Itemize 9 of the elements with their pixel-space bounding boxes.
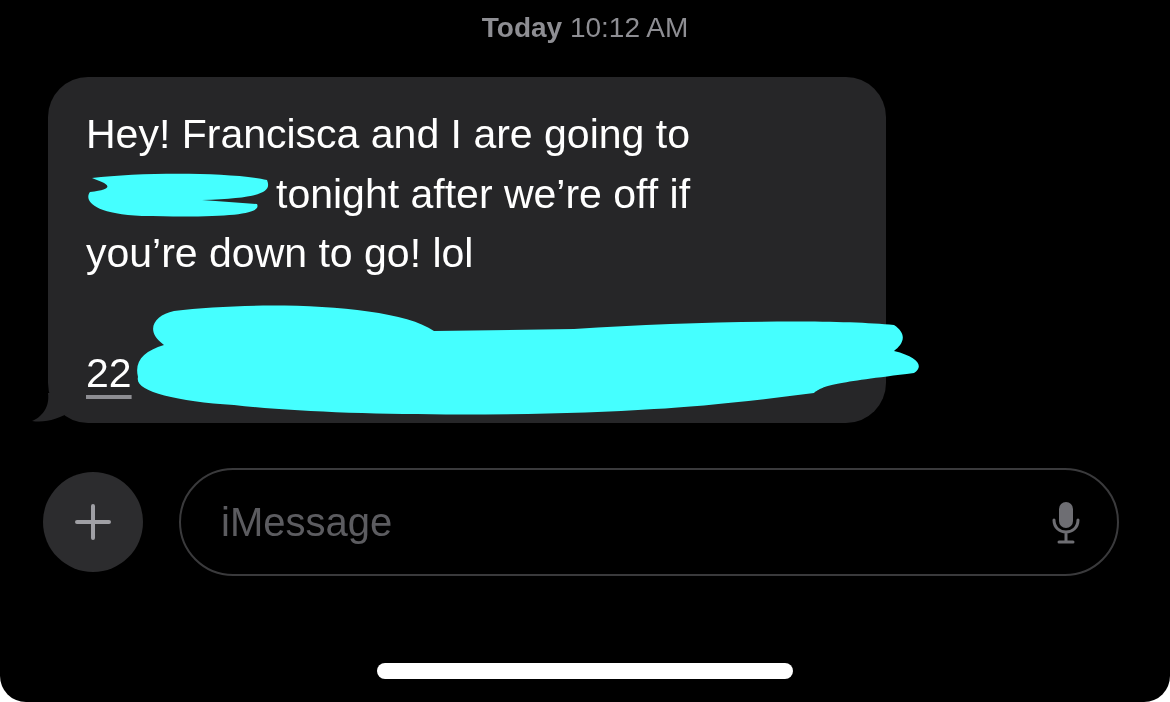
plus-icon — [75, 504, 111, 540]
microphone-icon[interactable] — [1051, 500, 1081, 544]
timestamp: Today 10:12 AM — [480, 12, 690, 45]
message-text: you’re down to go! lol — [86, 229, 474, 278]
message-field[interactable]: iMessage — [179, 468, 1119, 576]
address-link[interactable]: 22 — [86, 343, 132, 403]
message-input[interactable]: iMessage — [219, 498, 1051, 546]
message-text: Hey! Francisca and I are going to — [86, 110, 690, 159]
message-text: tonight after we’re off if — [276, 169, 691, 219]
